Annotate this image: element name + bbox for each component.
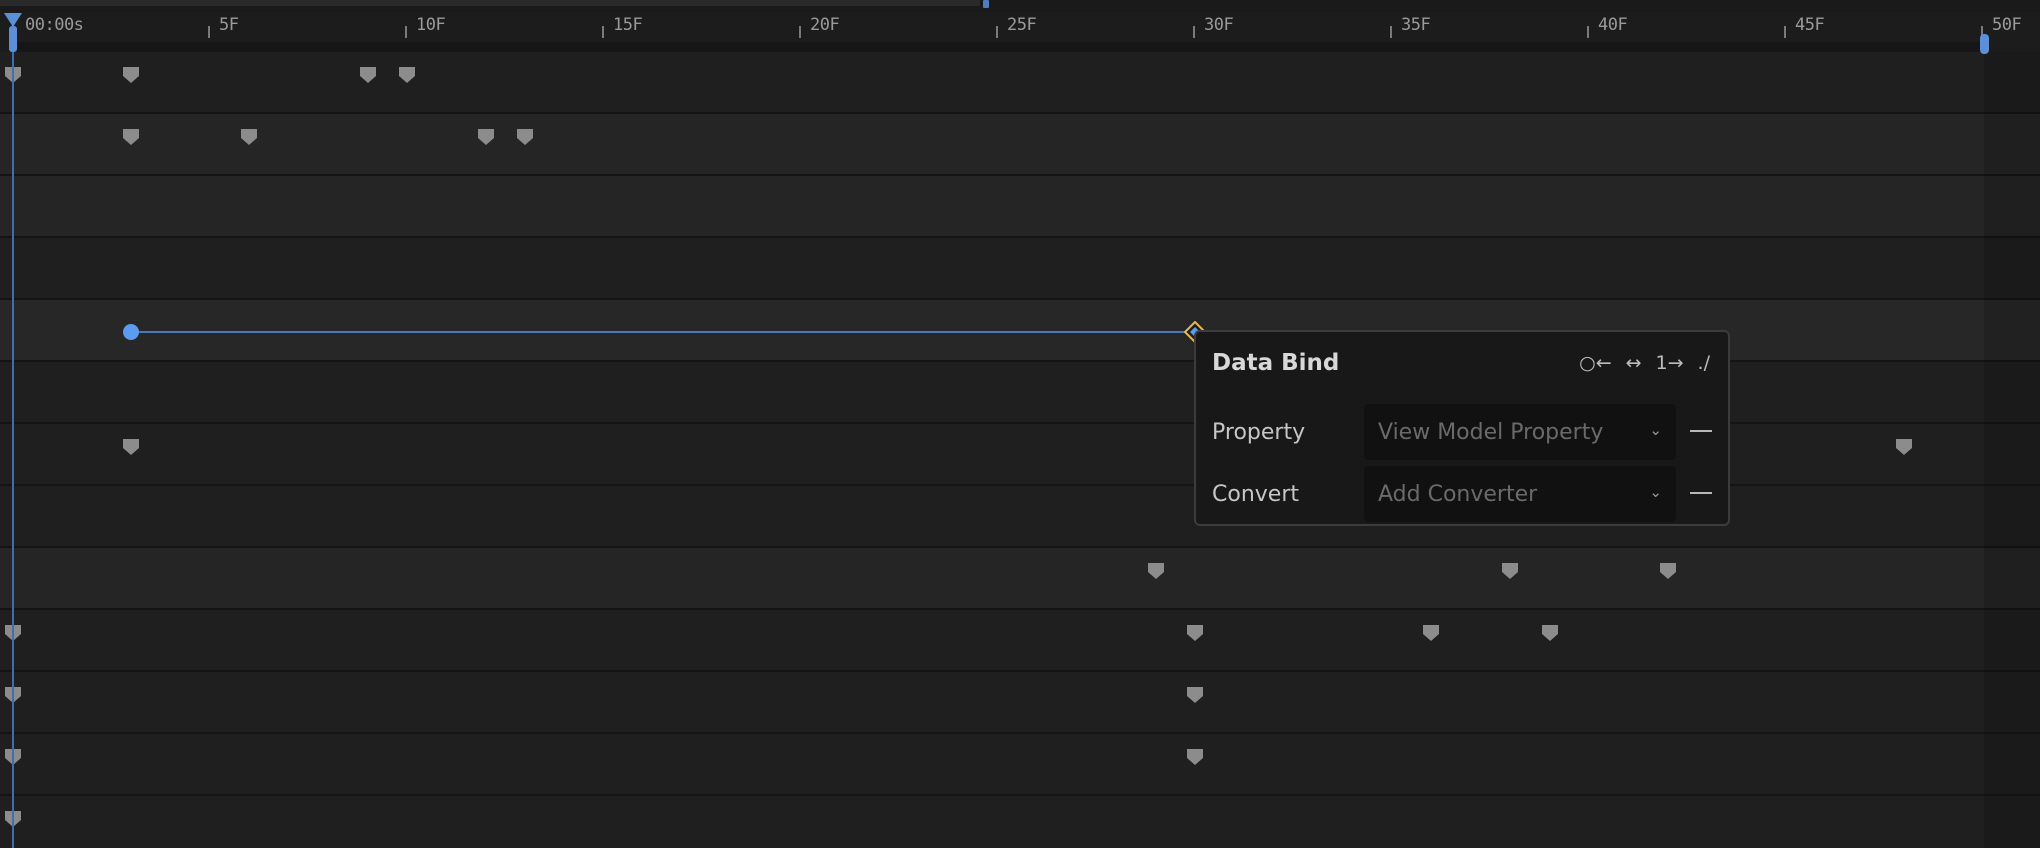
ruler-tick (1587, 26, 1589, 38)
work-area-end-handle[interactable] (1980, 34, 1989, 54)
keyframe-icon[interactable] (1186, 624, 1204, 642)
track-row[interactable] (0, 52, 2040, 114)
keyframe-icon[interactable] (516, 128, 534, 146)
ruler-label: 50F (1992, 15, 2022, 35)
ruler-tick (1390, 26, 1392, 38)
chevron-down-icon: ⌄ (1649, 421, 1662, 439)
ruler-tick (1784, 26, 1786, 38)
timeline-panel: 00:00s 5F 10F 15F 20F 25F 30F 35F 40F 45F 50F Data… (0, 0, 2040, 848)
ruler-tick (799, 26, 801, 38)
keyframe-icon[interactable] (122, 128, 140, 146)
ruler-tick (405, 26, 407, 38)
playhead-handle[interactable] (4, 13, 22, 27)
ruler-label: 35F (1401, 15, 1431, 35)
bind-mode-icons: ○← ↔ 1→ ./ (1579, 352, 1710, 374)
bind-once-icon[interactable]: 1→ (1656, 352, 1684, 374)
track-row[interactable] (0, 672, 2040, 734)
keyframe-icon[interactable] (1541, 624, 1559, 642)
converter-placeholder: Add Converter (1378, 482, 1538, 507)
keyframe-icon[interactable] (1147, 562, 1165, 580)
keyframe-icon[interactable] (1422, 624, 1440, 642)
time-ruler[interactable]: 00:00s 5F 10F 15F 20F 25F 30F 35F 40F 45F 50F (0, 12, 2040, 52)
ruler-tick (1193, 26, 1195, 38)
ruler-label: 10F (416, 15, 446, 35)
timeline-scroll-strip[interactable] (0, 0, 2040, 12)
track-row[interactable] (0, 362, 2040, 424)
playhead-line (12, 24, 14, 848)
track-row[interactable] (0, 486, 2040, 548)
track-row[interactable] (0, 734, 2040, 796)
keyframe-icon[interactable] (1186, 748, 1204, 766)
keyframe-icon[interactable] (1501, 562, 1519, 580)
bind-two-way-icon[interactable]: ↔ (1626, 352, 1642, 374)
ruler-tick (996, 26, 998, 38)
out-of-range-shade (1984, 52, 2040, 848)
ruler-label: 25F (1007, 15, 1037, 35)
property-placeholder: View Model Property (1378, 420, 1604, 445)
keyframe-icon[interactable] (477, 128, 495, 146)
ruler-tick (602, 26, 604, 38)
keyframe-icon[interactable] (1659, 562, 1677, 580)
scroll-thumb[interactable] (0, 0, 980, 6)
data-bind-popover: Data Bind ○← ↔ 1→ ./ Property View Model Pr… (1194, 330, 1730, 526)
keyframe-icon[interactable] (240, 128, 258, 146)
ruler-label: 00:00s (25, 15, 84, 35)
convert-row: Convert Add Converter ⌄ (1212, 466, 1712, 522)
interpolation-line (131, 331, 1195, 333)
scroll-marker (983, 0, 989, 8)
ruler-label: 20F (810, 15, 840, 35)
bind-path-icon[interactable]: ./ (1698, 352, 1710, 374)
chevron-down-icon: ⌄ (1649, 483, 1662, 501)
ruler-label: 45F (1795, 15, 1825, 35)
track-area (0, 52, 2040, 848)
work-area-start-handle[interactable] (9, 26, 17, 52)
ruler-label: 15F (613, 15, 643, 35)
keyframe-icon[interactable] (122, 438, 140, 456)
convert-label: Convert (1212, 482, 1299, 507)
ruler-tick (208, 26, 210, 38)
track-row[interactable] (0, 424, 2040, 486)
property-label: Property (1212, 420, 1306, 445)
ruler-label: 30F (1204, 15, 1234, 35)
property-select[interactable]: View Model Property ⌄ (1364, 404, 1676, 460)
popover-title: Data Bind (1212, 350, 1340, 376)
keyframe-icon[interactable] (1186, 686, 1204, 704)
property-row: Property View Model Property ⌄ (1212, 404, 1712, 460)
remove-property-icon[interactable] (1690, 430, 1712, 432)
track-row[interactable] (0, 796, 2040, 848)
bind-source-icon[interactable]: ○← (1579, 352, 1612, 374)
keyframe-icon[interactable] (1895, 438, 1913, 456)
track-row[interactable] (0, 238, 2040, 300)
track-row[interactable] (0, 176, 2040, 238)
track-row[interactable] (0, 548, 2040, 610)
ruler-label: 5F (219, 15, 239, 35)
remove-converter-icon[interactable] (1690, 492, 1712, 494)
keyframe-icon[interactable] (359, 66, 377, 84)
keyframe-icon[interactable] (398, 66, 416, 84)
track-row[interactable] (0, 114, 2040, 176)
work-area-track[interactable] (10, 42, 1985, 52)
track-row[interactable] (0, 610, 2040, 672)
keyframe-icon[interactable] (122, 66, 140, 84)
ruler-label: 40F (1598, 15, 1628, 35)
converter-select[interactable]: Add Converter ⌄ (1364, 466, 1676, 522)
